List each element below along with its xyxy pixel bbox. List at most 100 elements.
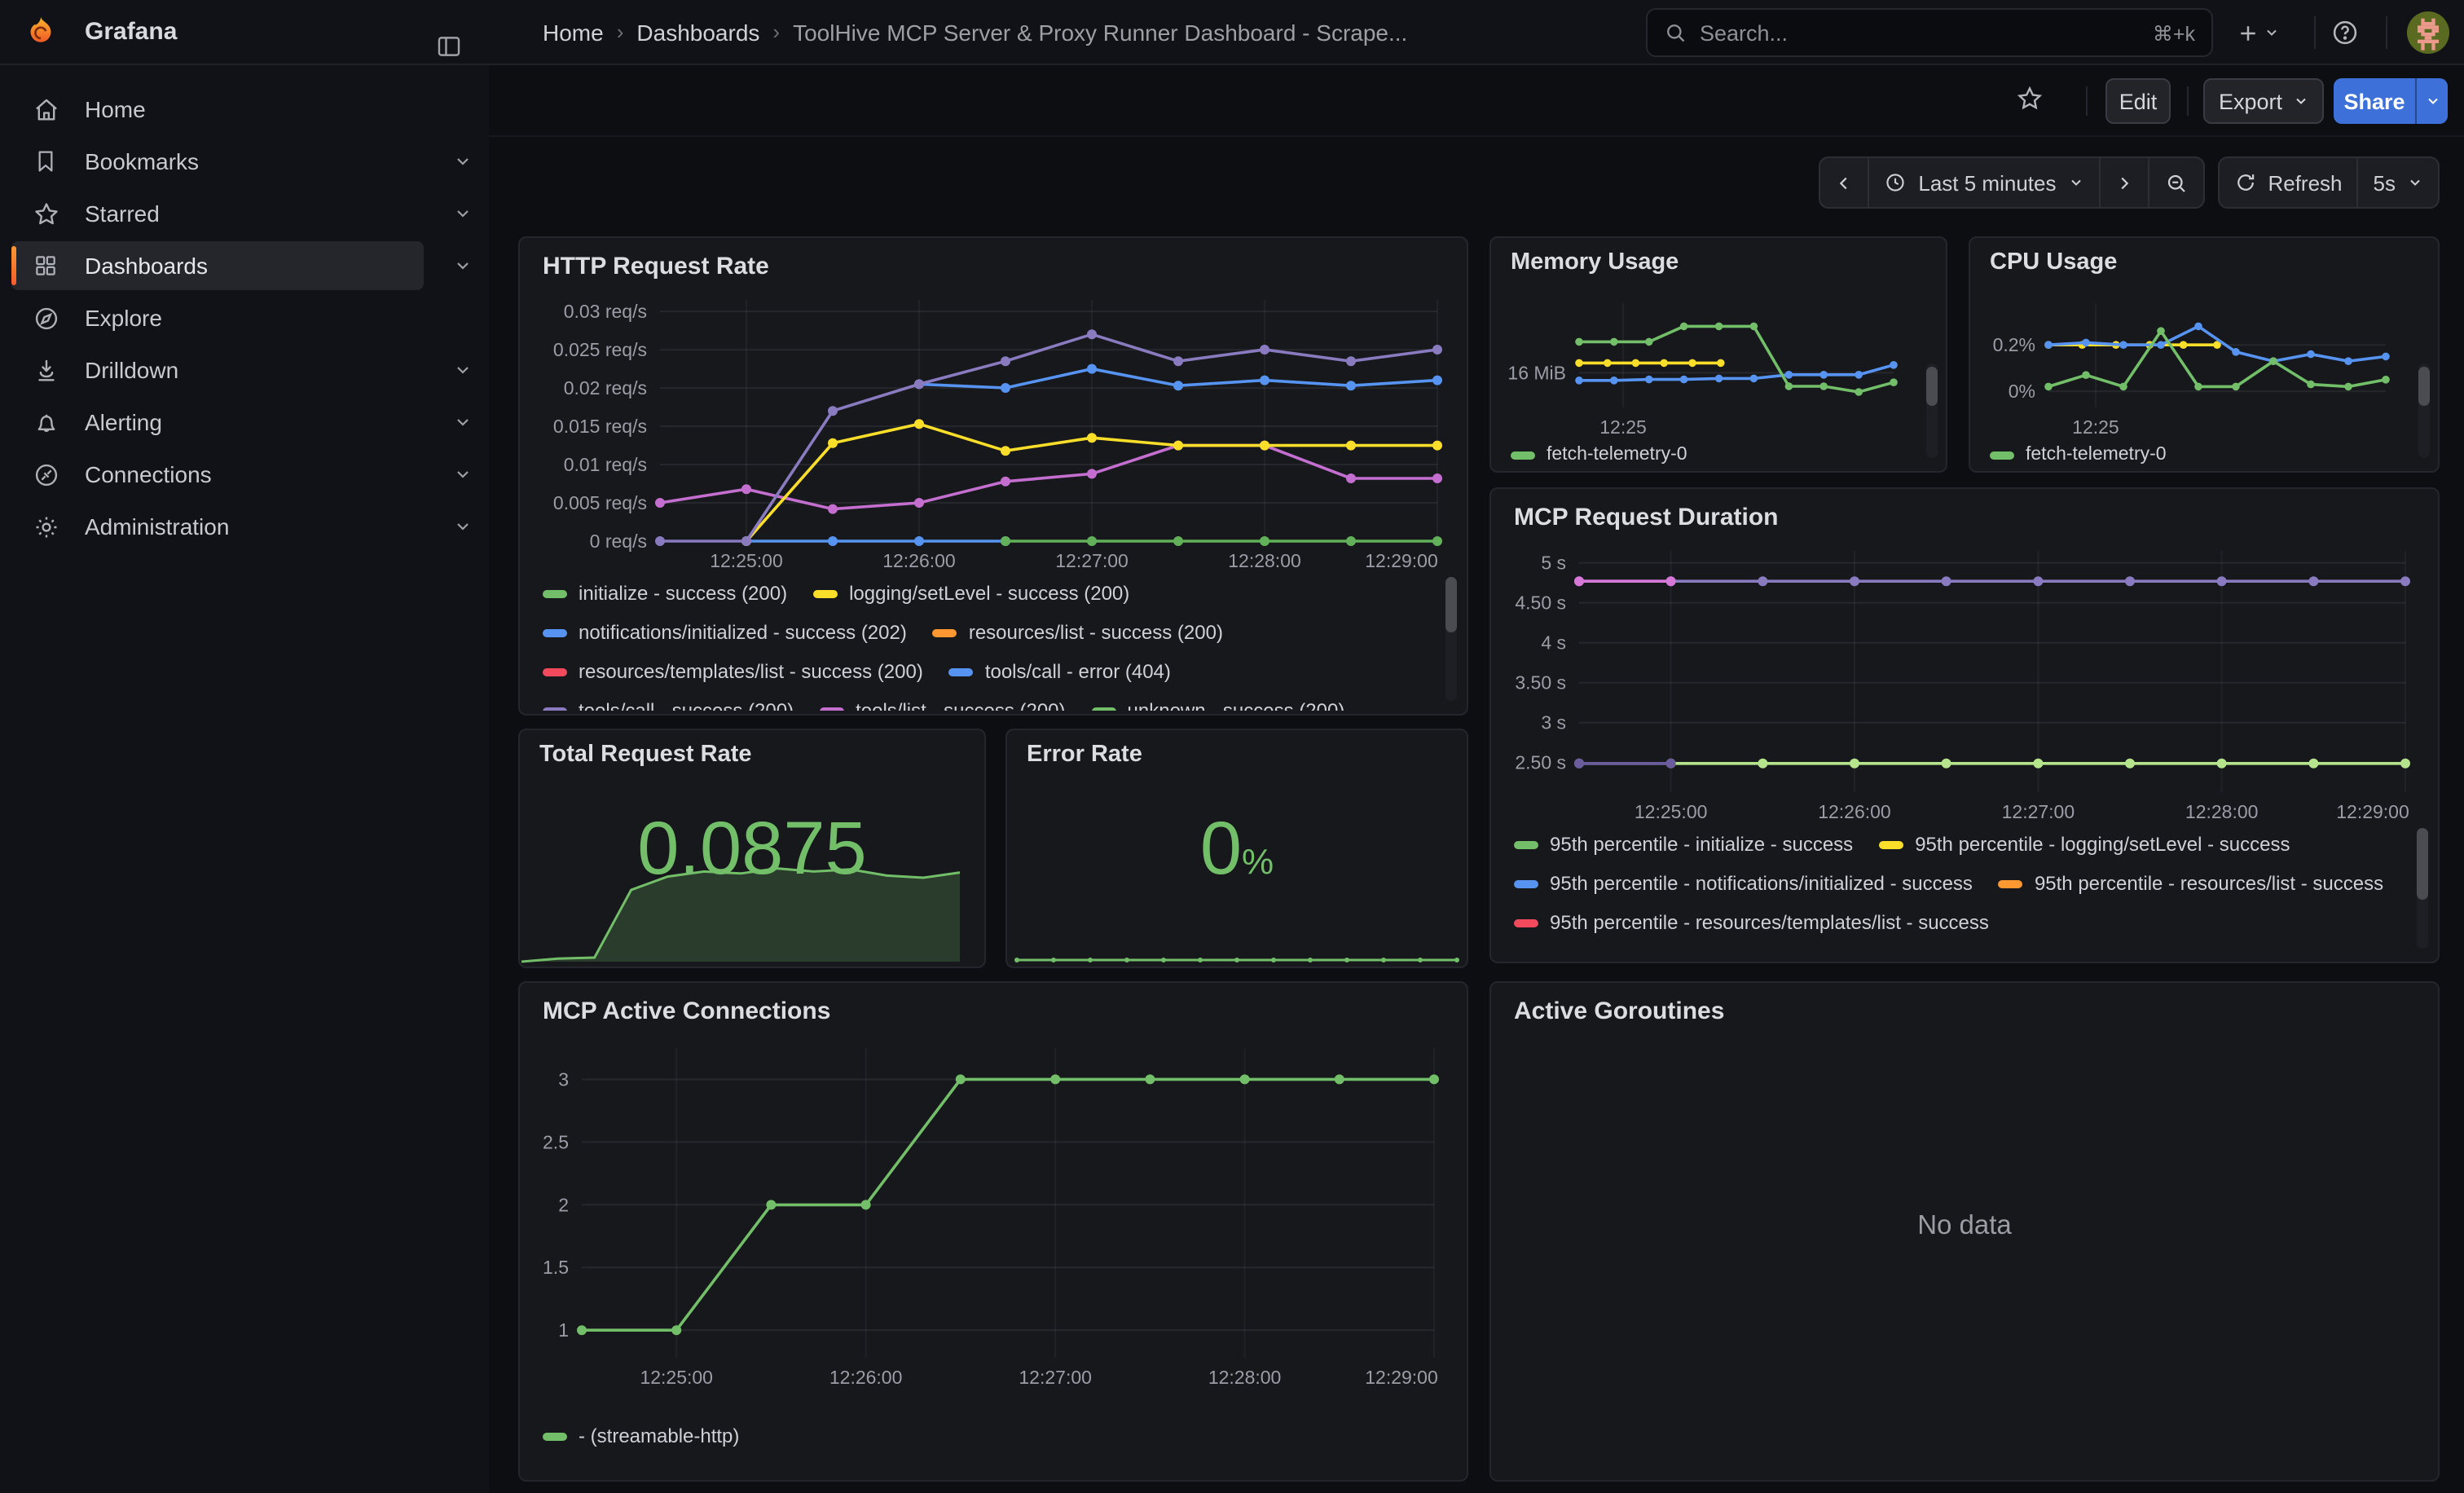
svg-text:12:27:00: 12:27:00 (1019, 1367, 1092, 1388)
sidebar-item-home[interactable]: Home (11, 85, 424, 134)
legend-item[interactable]: resources/list - success (200) (933, 613, 1223, 652)
share-button-label: Share (2343, 89, 2405, 113)
panel-total-request-rate[interactable]: Total Request Rate 0.0875 (518, 729, 986, 968)
legend-item[interactable]: 95th percentile - initialize - success (1514, 825, 1853, 864)
panel-mcp-request-duration[interactable]: MCP Request Duration 5 s4.50 s4 s3.50 s3… (1489, 487, 2440, 963)
share-button[interactable]: Share (2334, 78, 2415, 124)
mcp-request-duration-chart: 5 s4.50 s4 s3.50 s3 s2.50 s12:25:0012:26… (1504, 538, 2422, 831)
legend-label: resources/list - success (200) (969, 621, 1223, 644)
legend-color-chip (543, 589, 567, 597)
breadcrumb-current: ToolHive MCP Server & Proxy Runner Dashb… (793, 19, 1407, 45)
breadcrumb-home[interactable]: Home (543, 19, 604, 45)
refresh-label: Refresh (2268, 170, 2342, 195)
add-button[interactable] (2236, 13, 2280, 52)
export-button-label: Export (2219, 89, 2282, 113)
legend-color-chip (543, 667, 567, 676)
refresh-interval-picker[interactable]: 5s (2357, 156, 2440, 209)
legend-color-chip (820, 707, 844, 711)
legend-item[interactable]: 95th percentile - logging/setLevel - suc… (1879, 825, 2290, 864)
svg-text:1.5: 1.5 (543, 1257, 569, 1278)
legend-scrollbar[interactable] (1445, 577, 1457, 701)
svg-text:12:26:00: 12:26:00 (829, 1367, 903, 1388)
time-range-picker[interactable]: Last 5 minutes (1868, 156, 2100, 209)
time-forward-button[interactable] (2098, 156, 2149, 209)
legend-item[interactable]: logging/setLevel - success (200) (813, 574, 1129, 613)
sidebar-item-explore[interactable]: Explore (11, 293, 424, 342)
legend-item[interactable]: - (streamable-http) (543, 1416, 739, 1456)
panel-active-goroutines[interactable]: Active Goroutines No data (1489, 981, 2440, 1482)
share-menu-button[interactable] (2415, 78, 2448, 124)
chevron-down-icon (2292, 93, 2308, 109)
chevron-down-icon[interactable] (453, 241, 473, 290)
chevron-down-icon[interactable] (453, 189, 473, 238)
export-button[interactable]: Export (2203, 78, 2324, 124)
legend-color-chip (543, 628, 567, 636)
legend-item[interactable]: 95th percentile - notifications/initiali… (1514, 864, 1973, 903)
legend-color-chip (1514, 918, 1538, 927)
help-button[interactable] (2330, 13, 2360, 52)
legend-item[interactable]: tools/call - success (200) (543, 691, 794, 711)
chevron-down-icon[interactable] (453, 398, 473, 447)
chevron-down-icon (2264, 24, 2280, 41)
refresh-button[interactable]: Refresh (2217, 156, 2358, 209)
time-back-button[interactable] (1819, 156, 1869, 209)
sidebar-item-alerting[interactable]: Alerting (11, 398, 424, 447)
sidebar-item-label: Alerting (85, 409, 162, 435)
panel-cpu-usage[interactable]: CPU Usage 0.2%0%12:25 fetch-telemetry-0 (1969, 236, 2440, 473)
legend-color-chip (1514, 879, 1538, 887)
legend-label: logging/setLevel - success (200) (849, 582, 1129, 605)
sidebar-item-label: Bookmarks (85, 148, 199, 174)
panel-mcp-active-connections[interactable]: MCP Active Connections 11.522.5312:25:00… (518, 981, 1468, 1482)
grafana-logo-icon (23, 14, 59, 50)
svg-text:12:25:00: 12:25:00 (640, 1367, 713, 1388)
chevron-down-icon[interactable] (453, 450, 473, 499)
sidebar-item-label: Explore (85, 305, 162, 331)
sidebar-item-starred[interactable]: Starred (11, 189, 424, 238)
http-request-rate-chart: 0 req/s0.005 req/s0.01 req/s0.015 req/s0… (533, 287, 1450, 580)
search-bar[interactable]: ⌘+k (1646, 8, 2213, 57)
legend-item[interactable]: fetch-telemetry-0 (1990, 440, 2167, 469)
gear-icon (29, 513, 62, 540)
sidebar-item-bookmarks[interactable]: Bookmarks (11, 137, 424, 186)
sidebar-item-dashboards[interactable]: Dashboards (11, 241, 424, 290)
chevron-down-icon[interactable] (453, 346, 473, 394)
breadcrumb-dashboards[interactable]: Dashboards (636, 19, 759, 45)
panel-title: HTTP Request Rate (543, 253, 769, 280)
home-icon (29, 95, 62, 123)
legend-item[interactable]: tools/list - success (200) (820, 691, 1065, 711)
edit-button[interactable]: Edit (2105, 78, 2171, 124)
legend-item[interactable]: unknown - success (200) (1092, 691, 1345, 711)
chevron-down-icon (2067, 174, 2083, 191)
panel-title: Error Rate (1027, 742, 1142, 768)
legend-scrollbar[interactable] (2417, 828, 2428, 949)
zoom-out-button[interactable] (2147, 156, 2204, 209)
svg-text:12:28:00: 12:28:00 (1208, 1367, 1282, 1388)
legend-item[interactable]: initialize - success (200) (543, 574, 787, 613)
svg-text:12:27:00: 12:27:00 (1055, 550, 1129, 571)
sidebar-item-connections[interactable]: Connections (11, 450, 424, 499)
legend-item[interactable]: tools/call - error (404) (949, 652, 1171, 691)
user-avatar[interactable] (2407, 11, 2449, 54)
legend-scrollbar[interactable] (2418, 363, 2430, 458)
sidebar-toggle-icon[interactable] (435, 14, 463, 79)
panel-error-rate[interactable]: Error Rate 0 % (1005, 729, 1468, 968)
legend-item[interactable]: notifications/initialized - success (202… (543, 613, 907, 652)
share-button-group: Share (2334, 78, 2448, 124)
legend-item[interactable]: resources/templates/list - success (200) (543, 652, 923, 691)
legend-item[interactable]: 95th percentile - resources/list - succe… (1999, 864, 2383, 903)
panel-title: Active Goroutines (1514, 998, 1724, 1025)
sidebar-item-administration[interactable]: Administration (11, 502, 424, 551)
sidebar-item-drilldown[interactable]: Drilldown (11, 346, 424, 394)
breadcrumb-separator: › (617, 20, 624, 44)
chevron-down-icon[interactable] (453, 502, 473, 551)
favorite-star-icon[interactable] (2016, 85, 2044, 121)
legend-item[interactable]: fetch-telemetry-0 (1511, 440, 1687, 469)
legend-scrollbar[interactable] (1926, 363, 1938, 458)
svg-text:0 req/s: 0 req/s (590, 531, 647, 552)
panel-memory-usage[interactable]: Memory Usage 16 MiB12:25 fetch-telemetry… (1489, 236, 1947, 473)
legend-item[interactable]: 95th percentile - resources/templates/li… (1514, 903, 1989, 942)
search-input[interactable] (1700, 20, 2153, 45)
chevron-down-icon[interactable] (453, 137, 473, 186)
panel-http-request-rate[interactable]: HTTP Request Rate 0 req/s0.005 req/s0.01… (518, 236, 1468, 716)
edit-button-label: Edit (2119, 89, 2158, 113)
